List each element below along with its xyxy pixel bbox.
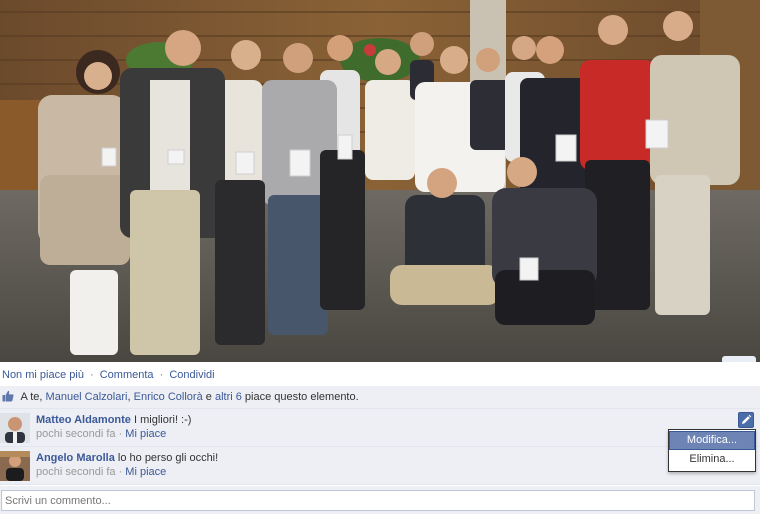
liker-link[interactable]: Manuel Calzolari [46, 391, 128, 403]
unlike-link[interactable]: Non mi piace più [2, 369, 84, 381]
photo-corner-tab [722, 356, 756, 362]
others-link[interactable]: altri 6 [215, 391, 242, 403]
likes-and: e [205, 391, 212, 403]
comment-composer [0, 486, 760, 514]
avatar[interactable] [0, 413, 30, 443]
menu-item-delete[interactable]: Elimina... [669, 450, 755, 468]
liker-link[interactable]: Enrico Collorà [134, 391, 203, 403]
likes-prefix: A te, [20, 391, 43, 403]
comment-like-link[interactable]: Mi piace [125, 428, 166, 440]
avatar[interactable] [0, 451, 30, 481]
separator: · [159, 369, 164, 381]
group-photo[interactable] [0, 0, 760, 362]
edit-comment-button[interactable] [738, 412, 754, 428]
avatar-image [0, 451, 30, 481]
comment-timestamp: pochi secondi fa [36, 428, 116, 440]
comment-body: Matteo Aldamonte I migliori! :-) pochi s… [36, 413, 191, 441]
comment-link[interactable]: Commenta [100, 369, 154, 381]
separator: · [118, 466, 123, 478]
comment-body: Angelo Marolla lo ho perso gli occhi! po… [36, 451, 218, 479]
likes-summary: A te, Manuel Calzolari, Enrico Collorà e… [0, 386, 760, 409]
post-actions: Non mi piace più · Commenta · Condividi [0, 366, 215, 384]
pencil-icon [742, 414, 752, 424]
comment-timestamp: pochi secondi fa [36, 466, 116, 478]
separator: · [90, 369, 94, 381]
comment-author[interactable]: Matteo Aldamonte [36, 414, 131, 426]
comment-text: lo ho perso gli occhi! [117, 452, 219, 464]
likes-suffix: piace questo elemento. [244, 391, 359, 403]
comment-like-link[interactable]: Mi piace [125, 466, 166, 478]
menu-item-edit[interactable]: Modifica... [669, 431, 755, 450]
photo-image [0, 0, 760, 362]
separator: · [118, 428, 123, 440]
comment-author[interactable]: Angelo Marolla [36, 452, 115, 464]
comment-input[interactable] [1, 490, 755, 511]
comment-item: Angelo Marolla lo ho perso gli occhi! po… [0, 447, 760, 485]
feedback-panel: A te, Manuel Calzolari, Enrico Collorà e… [0, 386, 760, 485]
thumbs-up-icon [2, 390, 14, 402]
likes-comma: , [127, 391, 131, 403]
share-link[interactable]: Condividi [169, 369, 214, 381]
comment-text: I migliori! :-) [134, 414, 192, 426]
avatar-image [0, 413, 30, 443]
comment-item: Matteo Aldamonte I migliori! :-) pochi s… [0, 409, 760, 447]
comment-options-menu: Modifica... Elimina... [668, 429, 756, 472]
